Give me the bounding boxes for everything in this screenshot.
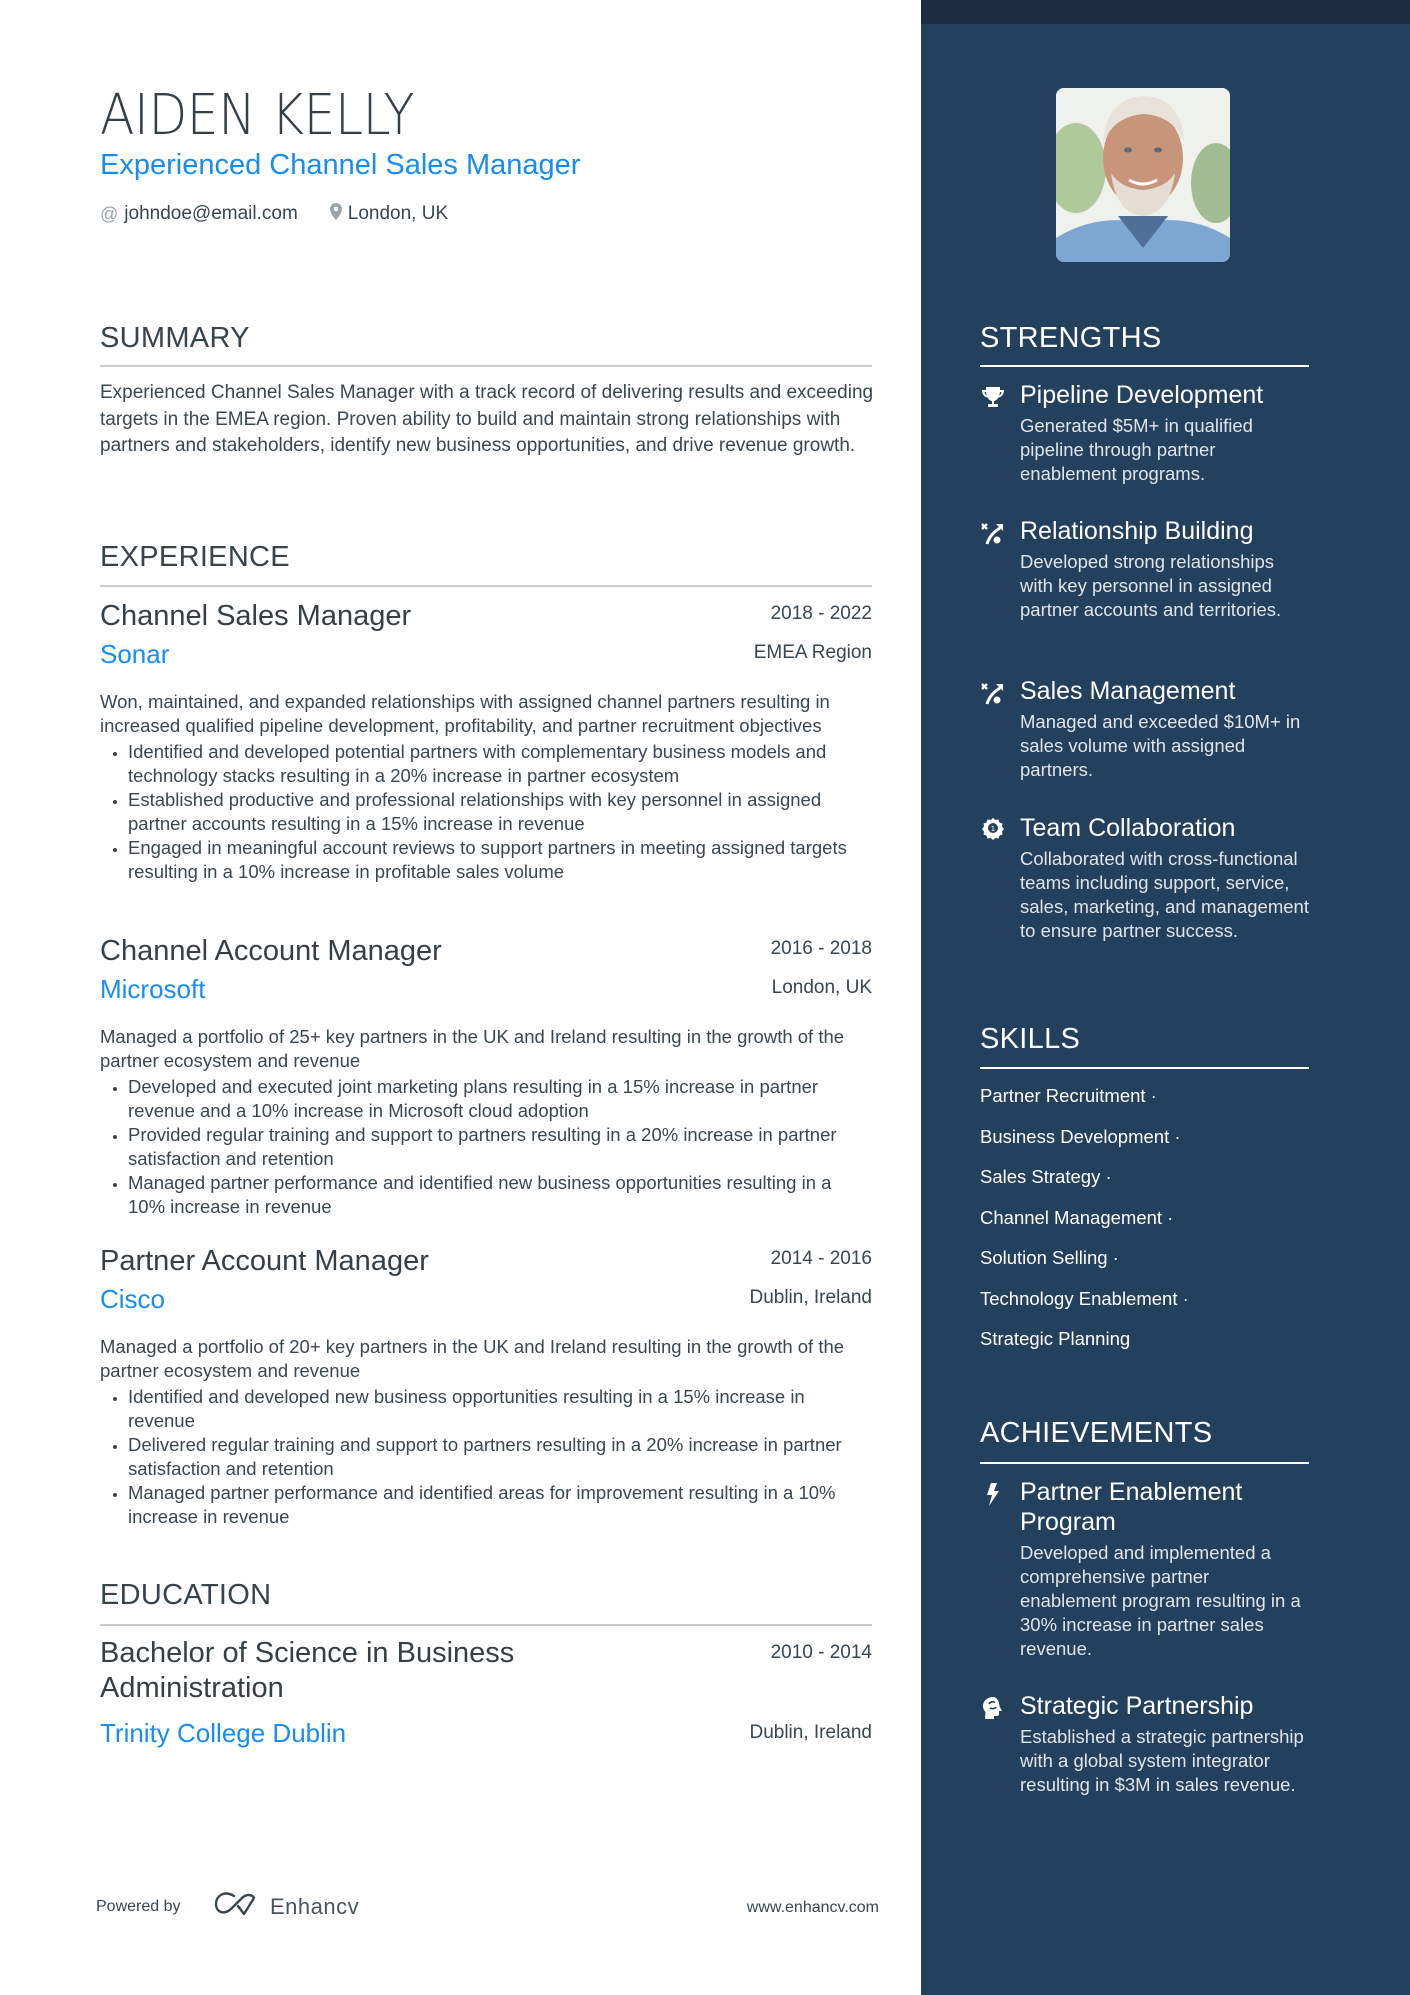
job-bullet: Developed and executed joint marketing p… [128,1075,872,1123]
education-heading: EDUCATION [100,1579,272,1611]
strength-title: Sales Management [1020,677,1236,705]
job-entry: Channel Sales Manager 2018 - 2022 Sonar … [100,598,872,884]
skill-item: Business Development · [980,1125,1181,1147]
skill-item: Partner Recruitment · [980,1085,1157,1106]
experience-divider [100,585,872,587]
strength-text: Collaborated with cross-functional teams… [1020,848,1309,941]
strength-text: Generated $5M+ in qualified pipeline thr… [1020,415,1253,484]
education-location: Dublin, Ireland [749,1722,872,1743]
enhancv-logo-icon [214,1892,262,1921]
education-degree: Bachelor of Science in Business Administ… [100,1637,515,1704]
skill-item: Sales Strategy · [980,1166,1112,1187]
strength-item: Pipeline Development Generated $5M+ in q… [980,380,1310,486]
strength-item: 1 Team Collaboration Collaborated with c… [980,813,1310,943]
achievement-text: Established a strategic partnership with… [1020,1726,1304,1795]
job-bullet: Delivered regular training and support t… [128,1433,872,1481]
summary-divider [100,365,872,367]
award-ribbon-icon: 1 [980,817,1006,843]
achievements-divider [980,1462,1309,1464]
strength-item: Relationship Building Developed strong r… [980,516,1310,622]
head-brain-icon [980,1695,1006,1721]
strength-title: Pipeline Development [1020,381,1264,409]
job-location: EMEA Region [753,642,872,663]
strength-text: Developed strong relationships with key … [1020,551,1282,620]
job-title: Channel Sales Manager [100,600,412,632]
job-company: Cisco [100,1284,166,1314]
enhancv-logo[interactable]: Enhancv [214,1892,359,1921]
achievement-title: Strategic Partnership [1020,1692,1254,1720]
contact-location: London, UK [347,203,449,224]
skill-item: Solution Selling · [980,1247,1119,1268]
job-company: Microsoft [100,974,206,1004]
contact-email[interactable]: johndoe@email.com [124,202,298,226]
job-dates: 2018 - 2022 [770,603,872,624]
job-bullet: Identified and developed new business op… [128,1385,872,1433]
education-dates: 2010 - 2014 [770,1642,872,1663]
job-entry: Partner Account Manager 2014 - 2016 Cisc… [100,1243,872,1529]
profile-photo [1056,88,1230,262]
job-bullet: Managed partner performance and identifi… [128,1171,872,1219]
job-bullets: Developed and executed joint marketing p… [100,1075,872,1219]
job-bullet: Managed partner performance and identifi… [128,1481,872,1529]
trophy-icon [980,384,1006,410]
job-location: Dublin, Ireland [749,1287,872,1308]
experience-heading: EXPERIENCE [100,541,290,573]
strength-title: Team Collaboration [1020,814,1236,842]
strength-text: Managed and exceeded $10M+ in sales volu… [1020,711,1301,780]
contact-row: @ johndoe@email.com London, UK [100,202,448,226]
skill-item: Channel Management · [980,1206,1174,1228]
job-bullets: Identified and developed potential partn… [100,740,872,884]
powered-by-label: Powered by [96,1898,181,1915]
job-dates: 2016 - 2018 [770,938,872,959]
job-title: Channel Account Manager [100,935,442,967]
candidate-headline: Experienced Channel Sales Manager [100,149,581,181]
summary-heading: SUMMARY [100,322,250,354]
job-bullets: Identified and developed new business op… [100,1385,872,1529]
job-dates: 2014 - 2016 [770,1248,872,1269]
skill-item: Technology Enablement · [980,1287,1189,1309]
summary-text: Experienced Channel Sales Manager with a… [100,382,874,456]
footer-url[interactable]: www.enhancv.com [747,1899,879,1917]
strength-item: Sales Management Managed and exceeded $1… [980,676,1310,782]
svg-text:1: 1 [991,825,995,833]
candidate-name: AIDEN KELLY [100,83,414,148]
education-school: Trinity College Dublin [100,1718,347,1748]
achievement-text: Developed and implemented a comprehensiv… [1020,1542,1301,1659]
strengths-divider [980,365,1309,367]
skills-heading: SKILLS [980,1023,1081,1055]
enhancv-brand-name: Enhancv [270,1893,360,1919]
job-description: Managed a portfolio of 20+ key partners … [100,1336,845,1381]
job-description: Won, maintained, and expanded relationsh… [100,691,830,736]
job-bullet: Established productive and professional … [128,788,872,836]
job-bullet: Identified and developed potential partn… [128,740,872,788]
strengths-heading: STRENGTHS [980,322,1162,354]
strength-title: Relationship Building [1020,517,1254,545]
achievement-title: Partner Enablement Program [1020,1478,1243,1536]
skill-item: Strategic Planning [980,1328,1131,1349]
sidebar-top-band [921,0,1410,24]
achievement-item: Strategic Partnership Established a stra… [980,1691,1310,1797]
skills-divider [980,1067,1309,1069]
achievements-heading: ACHIEVEMENTS [980,1417,1213,1449]
job-bullet: Engaged in meaningful account reviews to… [128,836,872,884]
strategy-play-icon [980,520,1006,546]
at-icon: @ [100,204,119,224]
job-location: London, UK [771,977,872,998]
job-title: Partner Account Manager [100,1245,429,1277]
job-company: Sonar [100,639,170,669]
job-entry: Channel Account Manager 2016 - 2018 Micr… [100,933,872,1219]
job-bullet: Provided regular training and support to… [128,1123,872,1171]
strategy-play-icon [980,680,1006,706]
map-pin-icon [329,202,342,226]
lightning-bolt-icon [980,1481,1006,1507]
education-divider [100,1624,872,1626]
skills-list: Partner Recruitment · Business Developme… [980,1083,1189,1367]
achievement-item: Partner Enablement Program Developed and… [980,1477,1310,1661]
job-description: Managed a portfolio of 25+ key partners … [100,1026,845,1071]
